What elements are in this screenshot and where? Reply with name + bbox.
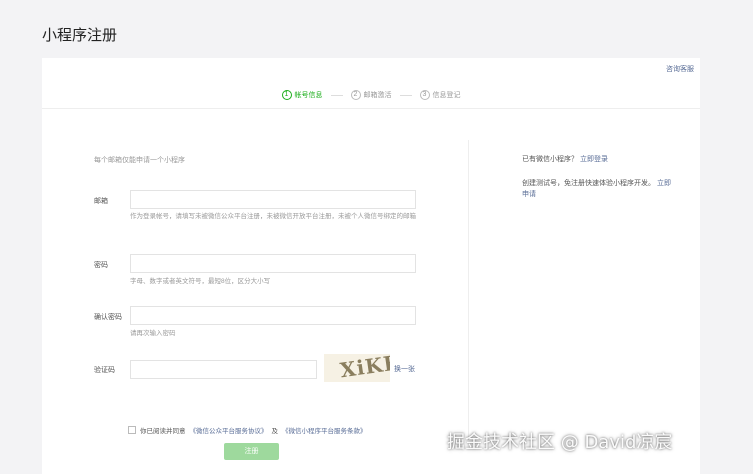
register-button[interactable]: 注册	[224, 443, 279, 460]
confirm-password-tip: 请再次输入密码	[130, 330, 176, 337]
agreement-checkbox[interactable]	[128, 426, 136, 434]
steps-divider	[42, 108, 700, 109]
step-number: 2	[350, 90, 361, 100]
step-number: 1	[281, 90, 292, 100]
captcha-label: 验证码	[94, 367, 115, 374]
service-agreement-link[interactable]: 《微信公众平台服务协议》	[190, 425, 268, 435]
step-account-info: 1 帐号信息	[281, 90, 323, 100]
refresh-captcha-link[interactable]: 换一张	[394, 364, 415, 374]
confirm-password-label: 确认密码	[94, 314, 122, 321]
step-separator	[330, 94, 343, 96]
step-indicator: 1 帐号信息 2 邮箱激活 3 信息登记	[42, 90, 700, 100]
step-label: 帐号信息	[294, 92, 323, 99]
agreement-middle: 及	[271, 428, 279, 435]
step-info-registration: 3 信息登记	[419, 90, 461, 100]
test-account-prompt: 创建测试号，免注册快速体验小程序开发。	[522, 180, 655, 187]
step-label: 邮箱激活	[363, 92, 392, 99]
column-divider	[468, 140, 469, 440]
captcha-field[interactable]	[130, 360, 317, 379]
captcha-text: XiKH	[338, 354, 390, 382]
password-label: 密码	[94, 262, 108, 269]
email-label: 邮箱	[94, 198, 108, 205]
watermark: 掘金技术社区 @ David凉宸	[447, 432, 673, 453]
agreement-row: 你已阅读并同意 《微信公众平台服务协议》 及 《微信小程序平台服务条款》	[128, 425, 367, 435]
step-email-activation: 2 邮箱激活	[350, 90, 392, 100]
email-field[interactable]	[130, 190, 416, 209]
password-tip: 字母、数字或者英文符号，最短8位，区分大小写	[130, 278, 271, 285]
login-prompt: 已有微信小程序？	[522, 156, 578, 163]
test-account-block: 创建测试号，免注册快速体验小程序开发。 立即申请	[522, 178, 672, 200]
step-label: 信息登记	[432, 92, 461, 99]
agreement-prefix: 你已阅读并同意	[140, 428, 186, 435]
confirm-password-field[interactable]	[130, 306, 416, 325]
email-tip: 作为登录帐号，请填写未被微信公众平台注册，未被微信开放平台注册，未被个人微信号绑…	[130, 213, 416, 220]
registration-card: 咨询客服 1 帐号信息 2 邮箱激活 3 信息登记 每个邮箱仅能申请一个小程序 …	[42, 58, 700, 474]
step-number: 3	[419, 90, 430, 100]
login-link[interactable]: 立即登录	[580, 156, 608, 163]
captcha-image[interactable]: XiKH	[324, 354, 390, 382]
login-prompt-block: 已有微信小程序？ 立即登录	[522, 154, 672, 165]
password-field[interactable]	[130, 254, 416, 273]
customer-service-link[interactable]: 咨询客服	[666, 64, 694, 74]
step-separator	[399, 94, 412, 96]
form-hint: 每个邮箱仅能申请一个小程序	[94, 157, 185, 164]
miniprogram-terms-link[interactable]: 《微信小程序平台服务条款》	[282, 425, 367, 435]
page-title: 小程序注册	[42, 27, 118, 44]
